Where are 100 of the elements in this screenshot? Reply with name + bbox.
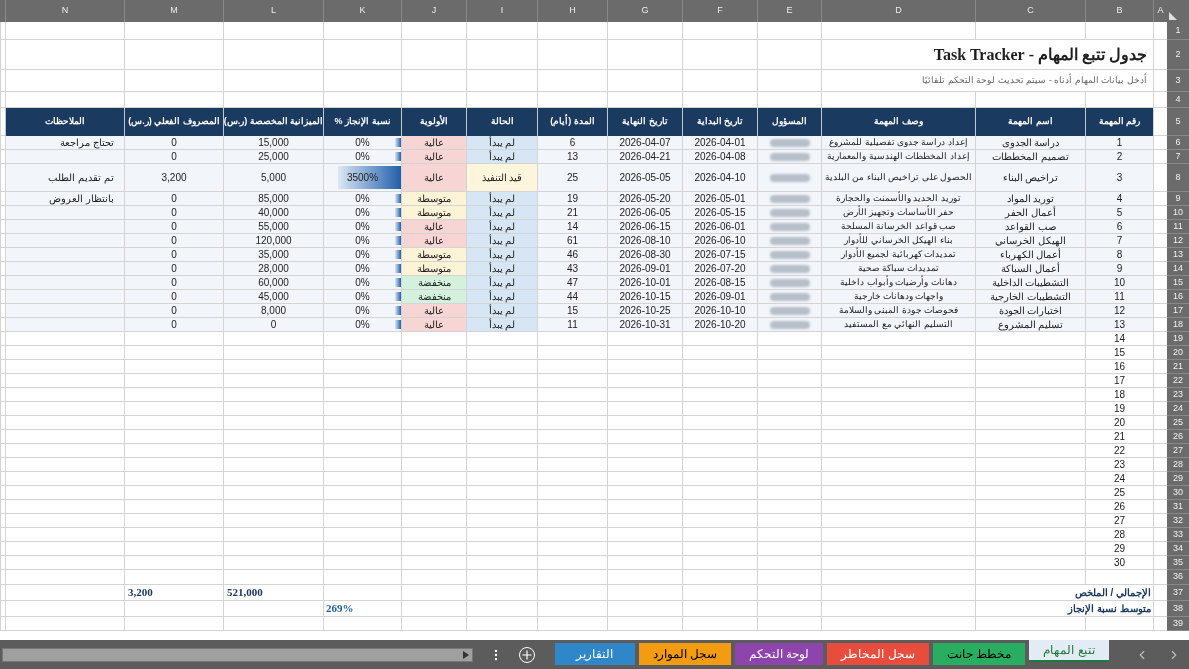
column-header[interactable]: H	[537, 0, 607, 22]
row-header[interactable]: 23	[1167, 388, 1189, 402]
table-cell: 11	[1085, 290, 1153, 304]
row-header[interactable]: 18	[1167, 318, 1189, 332]
empty-cell	[537, 22, 607, 40]
empty-cell	[466, 360, 537, 374]
column-header[interactable]: B	[1085, 0, 1153, 22]
row-header[interactable]: 28	[1167, 458, 1189, 472]
empty-cell	[537, 617, 607, 631]
table-cell: 10	[1085, 276, 1153, 290]
column-header[interactable]: K	[323, 0, 401, 22]
column-header[interactable]: C	[975, 0, 1085, 22]
row-header[interactable]: 30	[1167, 486, 1189, 500]
row-header[interactable]: 29	[1167, 472, 1189, 486]
row-header[interactable]: 36	[1167, 570, 1189, 585]
row-header[interactable]: 13	[1167, 248, 1189, 262]
row-header[interactable]: 16	[1167, 290, 1189, 304]
table-cell: إعداد دراسة جدوى تفصيلية للمشروع	[821, 136, 975, 150]
row-header[interactable]: 11	[1167, 220, 1189, 234]
table-cell: 14	[1085, 332, 1153, 346]
row-header[interactable]: 27	[1167, 444, 1189, 458]
sheet-tab[interactable]: لوحة التحكم	[734, 643, 824, 665]
empty-cell	[466, 500, 537, 514]
row-header[interactable]: 8	[1167, 164, 1189, 192]
row-header[interactable]: 24	[1167, 402, 1189, 416]
sheet-tab[interactable]: التقارير	[554, 643, 635, 665]
row-header[interactable]: 5	[1167, 108, 1189, 136]
progress-value: 0%	[355, 136, 370, 150]
row-header[interactable]: 9	[1167, 192, 1189, 206]
select-all-icon[interactable]	[1169, 12, 1177, 20]
row-header[interactable]: 19	[1167, 332, 1189, 346]
column-header[interactable]: G	[607, 0, 682, 22]
table-cell: 2026-10-15	[607, 290, 682, 304]
row-header[interactable]: 7	[1167, 150, 1189, 164]
row-header[interactable]: 26	[1167, 430, 1189, 444]
horizontal-scrollbar[interactable]	[2, 647, 473, 662]
progress-value: 0%	[355, 206, 370, 220]
empty-cell	[757, 617, 821, 631]
table-cell: 120,000	[223, 234, 323, 248]
empty-cell	[537, 70, 607, 92]
column-header[interactable]: F	[682, 0, 757, 22]
table-cell: 9	[1085, 262, 1153, 276]
row-header[interactable]: 12	[1167, 234, 1189, 248]
row-header[interactable]: 1	[1167, 22, 1189, 40]
row-header[interactable]: 37	[1167, 585, 1189, 601]
sheet-tab[interactable]: مخطط جانت	[932, 643, 1025, 665]
column-header[interactable]: N	[5, 0, 124, 22]
row-header[interactable]: 31	[1167, 500, 1189, 514]
table-cell: 2026-05-01	[682, 192, 757, 206]
row-header[interactable]: 38	[1167, 601, 1189, 617]
row-header[interactable]: 25	[1167, 416, 1189, 430]
empty-cell	[401, 388, 466, 402]
empty-cell	[537, 472, 607, 486]
table-cell: 2026-06-15	[607, 220, 682, 234]
empty-cell	[757, 486, 821, 500]
row-header[interactable]: 20	[1167, 346, 1189, 360]
row-header[interactable]: 14	[1167, 262, 1189, 276]
column-header[interactable]: I	[466, 0, 537, 22]
row-header[interactable]: 3	[1167, 70, 1189, 92]
row-header[interactable]: 4	[1167, 92, 1189, 108]
row-header[interactable]: 34	[1167, 542, 1189, 556]
table-cell: 0	[124, 206, 223, 220]
table-cell: صب قواعد الخرسانة المسلحة	[821, 220, 975, 234]
column-header[interactable]: L	[223, 0, 323, 22]
row-header[interactable]: 15	[1167, 276, 1189, 290]
table-cell: أعمال الكهرباء	[975, 248, 1085, 262]
row-header[interactable]: 10	[1167, 206, 1189, 220]
row-header[interactable]: 2	[1167, 40, 1189, 70]
row-header[interactable]: 17	[1167, 304, 1189, 318]
column-header[interactable]: A	[1153, 0, 1167, 22]
table-cell: 30	[1085, 556, 1153, 570]
table-cell: 0	[124, 290, 223, 304]
row-header[interactable]: 35	[1167, 556, 1189, 570]
table-cell: 46	[537, 248, 607, 262]
row-header[interactable]: 6	[1167, 136, 1189, 150]
scroll-right-icon[interactable]	[461, 649, 470, 660]
column-heading: الحالة	[466, 108, 537, 136]
empty-cell	[401, 430, 466, 444]
column-header[interactable]: D	[821, 0, 975, 22]
table-cell: اختبارات الجودة	[975, 304, 1085, 318]
sheet-tab[interactable]: تتبع المهام	[1029, 640, 1109, 662]
column-header[interactable]: J	[401, 0, 466, 22]
empty-cell	[757, 346, 821, 360]
empty-cell	[757, 556, 821, 570]
table-cell: 28,000	[223, 262, 323, 276]
blurred-name	[769, 292, 810, 301]
empty-cell	[757, 472, 821, 486]
table-cell: 0	[124, 192, 223, 206]
row-header[interactable]: 39	[1167, 617, 1189, 631]
row-header[interactable]: 33	[1167, 528, 1189, 542]
column-header[interactable]: E	[757, 0, 821, 22]
table-cell: 35,000	[223, 248, 323, 262]
row-header[interactable]: 21	[1167, 360, 1189, 374]
row-header[interactable]: 32	[1167, 514, 1189, 528]
sheet-tab[interactable]: سجل المخاطر	[827, 643, 929, 665]
sheet-tab[interactable]: سجل الموارد	[638, 643, 731, 665]
table-cell: 47	[537, 276, 607, 290]
column-header[interactable]: M	[124, 0, 223, 22]
table-cell: 12	[1085, 304, 1153, 318]
row-header[interactable]: 22	[1167, 374, 1189, 388]
